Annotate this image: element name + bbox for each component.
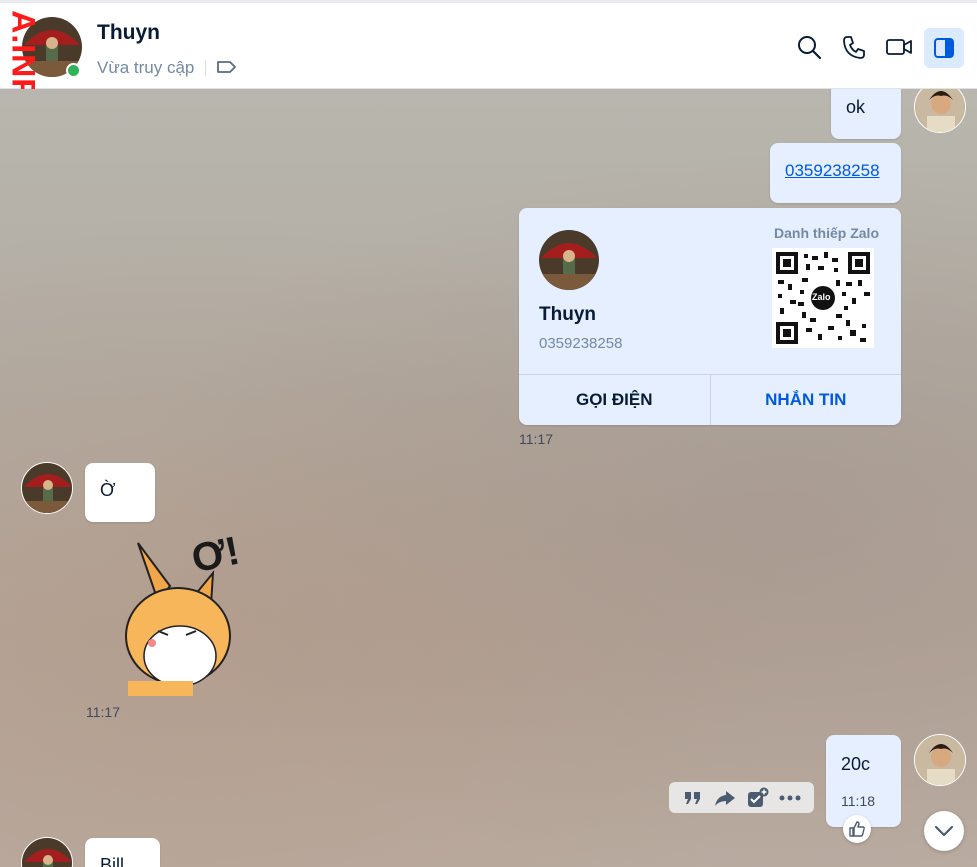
quote-icon[interactable] — [681, 786, 705, 810]
message-text: Ờ — [100, 480, 116, 500]
search-icon[interactable] — [795, 33, 823, 61]
add-task-icon[interactable] — [746, 786, 770, 810]
scroll-to-bottom-button[interactable] — [924, 811, 964, 851]
qr-zalo-logo: Zalo — [812, 292, 831, 302]
contact-name[interactable]: Thuyn — [97, 21, 160, 45]
message-bubble-out[interactable]: ok — [831, 89, 901, 139]
my-avatar[interactable] — [914, 89, 966, 133]
contact-message-avatar[interactable] — [21, 837, 73, 867]
qr-code: Zalo — [772, 248, 874, 348]
video-call-icon[interactable] — [885, 33, 913, 61]
card-title: Danh thiếp Zalo — [774, 225, 879, 241]
card-name: Thuyn — [539, 304, 596, 325]
card-message-button[interactable]: NHẮN TIN — [711, 375, 902, 425]
more-icon[interactable] — [778, 786, 802, 810]
label-tag-icon[interactable] — [216, 57, 238, 82]
message-time: 11:17 — [86, 704, 120, 720]
phone-link[interactable]: 0359238258 — [785, 161, 880, 181]
phone-icon[interactable] — [840, 33, 868, 61]
card-avatar — [539, 230, 599, 290]
forward-icon[interactable] — [713, 786, 737, 810]
sticker[interactable]: Ơ! — [118, 528, 248, 696]
like-reaction-icon[interactable] — [843, 815, 871, 843]
toggle-sidebar-icon[interactable] — [924, 28, 964, 68]
chat-area: ok 0359238258 Danh thiếp Zalo Thuyn 0359… — [0, 89, 977, 867]
message-bubble-in[interactable]: Bill — [85, 838, 160, 867]
my-avatar[interactable] — [914, 734, 966, 786]
chat-header: A.INFO Thuyn Vừa truy cập — [0, 0, 977, 125]
card-actions: GỌI ĐIỆN NHẮN TIN — [519, 374, 901, 425]
online-status-dot — [66, 63, 81, 78]
contact-message-avatar[interactable] — [21, 462, 73, 514]
message-actions-toolbar — [669, 782, 814, 813]
message-text: Bill — [100, 855, 125, 867]
message-text: 20c — [841, 754, 871, 774]
message-bubble-out[interactable]: 0359238258 — [770, 143, 901, 203]
message-text: ok — [846, 97, 866, 117]
card-phone: 0359238258 — [539, 335, 623, 352]
message-bubble-in[interactable]: Ờ — [85, 463, 155, 522]
message-bubble-out[interactable]: 20c 11:18 — [826, 735, 901, 827]
status-divider — [205, 60, 206, 76]
message-time: 11:17 — [519, 431, 553, 447]
contact-card[interactable]: Danh thiếp Zalo Thuyn 0359238258 Zalo GỌ… — [519, 208, 901, 425]
contact-status: Vừa truy cập — [97, 58, 195, 77]
sticker-text: Ơ! — [187, 528, 244, 582]
card-call-button[interactable]: GỌI ĐIỆN — [519, 375, 711, 425]
message-time: 11:18 — [841, 793, 875, 809]
